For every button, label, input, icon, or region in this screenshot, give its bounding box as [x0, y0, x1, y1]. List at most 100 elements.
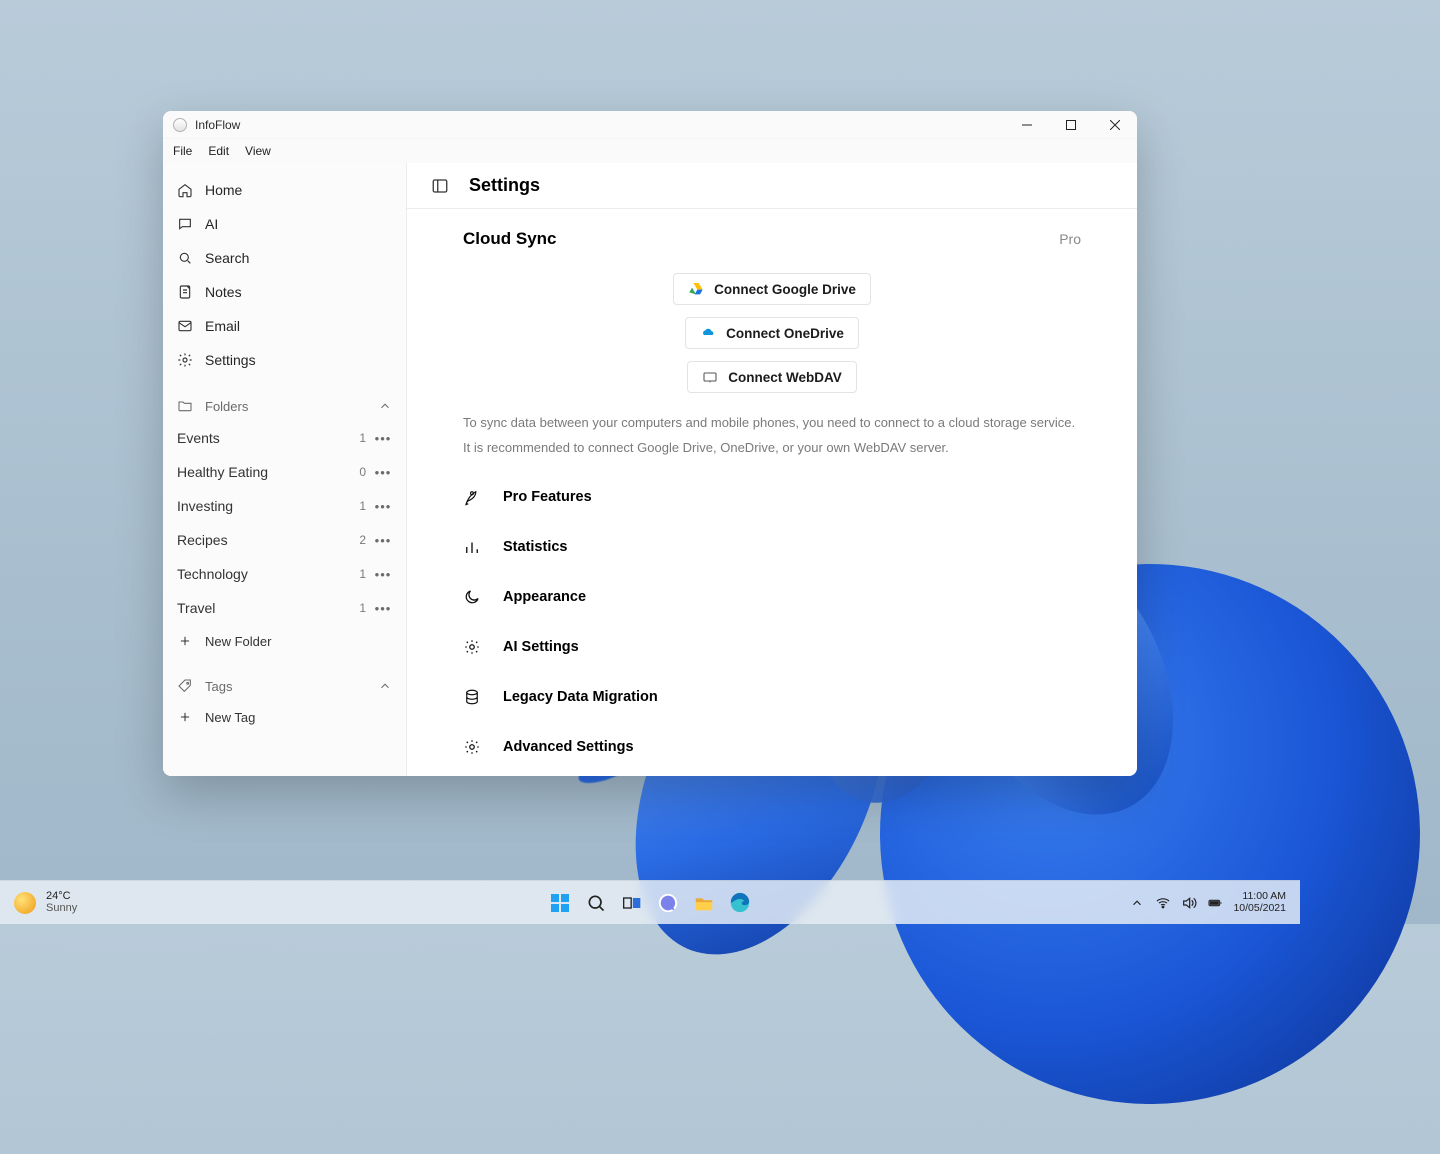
chat-icon: [177, 216, 193, 232]
folder-item[interactable]: Travel 1 •••: [171, 591, 398, 625]
main-panel: Settings Cloud Sync Pro Connect Google D…: [407, 163, 1137, 776]
menu-view[interactable]: View: [245, 144, 271, 158]
sidebar-item-label: Notes: [205, 284, 242, 300]
taskbar-taskview[interactable]: [619, 890, 645, 916]
window-minimize-button[interactable]: [1005, 111, 1049, 139]
sidebar-item-label: Settings: [205, 352, 256, 368]
connect-google-drive-button[interactable]: Connect Google Drive: [673, 273, 871, 305]
folder-item[interactable]: Events 1 •••: [171, 421, 398, 455]
webdav-icon: [702, 369, 718, 385]
cloud-sync-header: Cloud Sync Pro: [463, 229, 1081, 249]
row-label: Appearance: [503, 589, 586, 605]
taskbar-weather[interactable]: 24°C Sunny: [0, 891, 77, 914]
more-icon[interactable]: •••: [374, 533, 392, 548]
settings-row-appearance[interactable]: Appearance: [463, 572, 1081, 622]
folder-item[interactable]: Investing1•••: [171, 489, 398, 523]
folder-label: Healthy Eating: [177, 464, 344, 480]
main-header: Settings: [407, 163, 1137, 209]
folder-label: Events: [177, 430, 344, 446]
wifi-icon[interactable]: [1155, 895, 1171, 911]
settings-row-pro-features[interactable]: Pro Features: [463, 472, 1081, 522]
connect-onedrive-button[interactable]: Connect OneDrive: [685, 317, 859, 349]
email-icon: [177, 318, 193, 334]
row-label: Statistics: [503, 539, 567, 555]
sidebar-item-home[interactable]: Home: [171, 173, 398, 207]
section-label: Tags: [205, 679, 232, 694]
settings-row-legacy[interactable]: Legacy Data Migration: [463, 672, 1081, 722]
sidebar-item-label: Home: [205, 182, 242, 198]
app-window: InfoFlow File Edit View Home AI Search: [163, 111, 1137, 776]
app-title: InfoFlow: [195, 118, 240, 132]
taskbar-center: [547, 890, 753, 916]
folder-count: 1: [352, 431, 366, 445]
notes-icon: [177, 284, 193, 300]
taskbar-edge[interactable]: [727, 890, 753, 916]
folder-item[interactable]: Technology1•••: [171, 557, 398, 591]
sidebar-item-notes[interactable]: Notes: [171, 275, 398, 309]
folder-label: Investing: [177, 498, 344, 514]
weather-cond: Sunny: [46, 903, 77, 915]
gear-icon: [177, 352, 193, 368]
sidebar-item-email[interactable]: Email: [171, 309, 398, 343]
more-icon[interactable]: •••: [374, 601, 392, 616]
taskbar-clock[interactable]: 11:00 AM 10/05/2021: [1233, 891, 1286, 913]
battery-icon[interactable]: [1207, 895, 1223, 911]
settings-row-advanced[interactable]: Advanced Settings: [463, 722, 1081, 772]
folder-count: 2: [352, 533, 366, 547]
folder-label: Travel: [177, 600, 344, 616]
clock-date: 10/05/2021: [1233, 903, 1286, 914]
row-label: Advanced Settings: [503, 739, 634, 755]
window-close-button[interactable]: [1093, 111, 1137, 139]
sidebar-item-label: Search: [205, 250, 249, 266]
cloud-sync-heading: Cloud Sync: [463, 229, 557, 249]
new-tag-button[interactable]: New Tag: [171, 701, 398, 733]
more-icon[interactable]: •••: [374, 567, 392, 582]
section-label: Folders: [205, 399, 248, 414]
row-label: Legacy Data Migration: [503, 689, 658, 705]
taskbar-search[interactable]: [583, 890, 609, 916]
app-icon: [173, 118, 187, 132]
taskbar-tray[interactable]: 11:00 AM 10/05/2021: [1129, 891, 1300, 913]
more-icon[interactable]: •••: [374, 465, 392, 480]
sidebar-item-ai[interactable]: AI: [171, 207, 398, 241]
button-label: Connect OneDrive: [726, 326, 844, 341]
titlebar[interactable]: InfoFlow: [163, 111, 1137, 139]
settings-row-ai-settings[interactable]: AI Settings: [463, 622, 1081, 672]
folders-section-header[interactable]: Folders: [171, 391, 398, 421]
new-folder-button[interactable]: New Folder: [171, 625, 398, 657]
folder-item[interactable]: Recipes2•••: [171, 523, 398, 557]
volume-icon[interactable]: [1181, 895, 1197, 911]
sidebar-item-search[interactable]: Search: [171, 241, 398, 275]
sidebar-item-settings[interactable]: Settings: [171, 343, 398, 377]
folder-count: 0: [352, 465, 366, 479]
menu-edit[interactable]: Edit: [208, 144, 229, 158]
chevron-up-icon: [378, 679, 392, 693]
moon-icon: [463, 588, 481, 606]
plus-icon: [177, 709, 193, 725]
taskbar[interactable]: 24°C Sunny 11:00 AM 10/05/2021: [0, 880, 1300, 924]
taskbar-explorer[interactable]: [691, 890, 717, 916]
more-icon[interactable]: •••: [374, 499, 392, 514]
menu-file[interactable]: File: [173, 144, 192, 158]
gear-icon: [463, 738, 481, 756]
new-tag-label: New Tag: [205, 710, 255, 725]
settings-row-statistics[interactable]: Statistics: [463, 522, 1081, 572]
connect-webdav-button[interactable]: Connect WebDAV: [687, 361, 857, 393]
taskbar-chat[interactable]: [655, 890, 681, 916]
start-button[interactable]: [547, 890, 573, 916]
chevron-up-icon[interactable]: [1129, 895, 1145, 911]
google-drive-icon: [688, 281, 704, 297]
more-icon[interactable]: •••: [374, 431, 392, 446]
folder-count: 1: [352, 567, 366, 581]
row-label: AI Settings: [503, 639, 579, 655]
tags-section-header[interactable]: Tags: [171, 671, 398, 701]
tag-icon: [177, 678, 193, 694]
folder-count: 1: [352, 601, 366, 615]
sidebar-item-label: AI: [205, 216, 218, 232]
search-icon: [177, 250, 193, 266]
panel-toggle-icon[interactable]: [431, 177, 449, 195]
folder-item[interactable]: Healthy Eating 0 •••: [171, 455, 398, 489]
window-maximize-button[interactable]: [1049, 111, 1093, 139]
settings-row-data-import[interactable]: Data Import: [463, 772, 1081, 776]
gear-icon: [463, 638, 481, 656]
